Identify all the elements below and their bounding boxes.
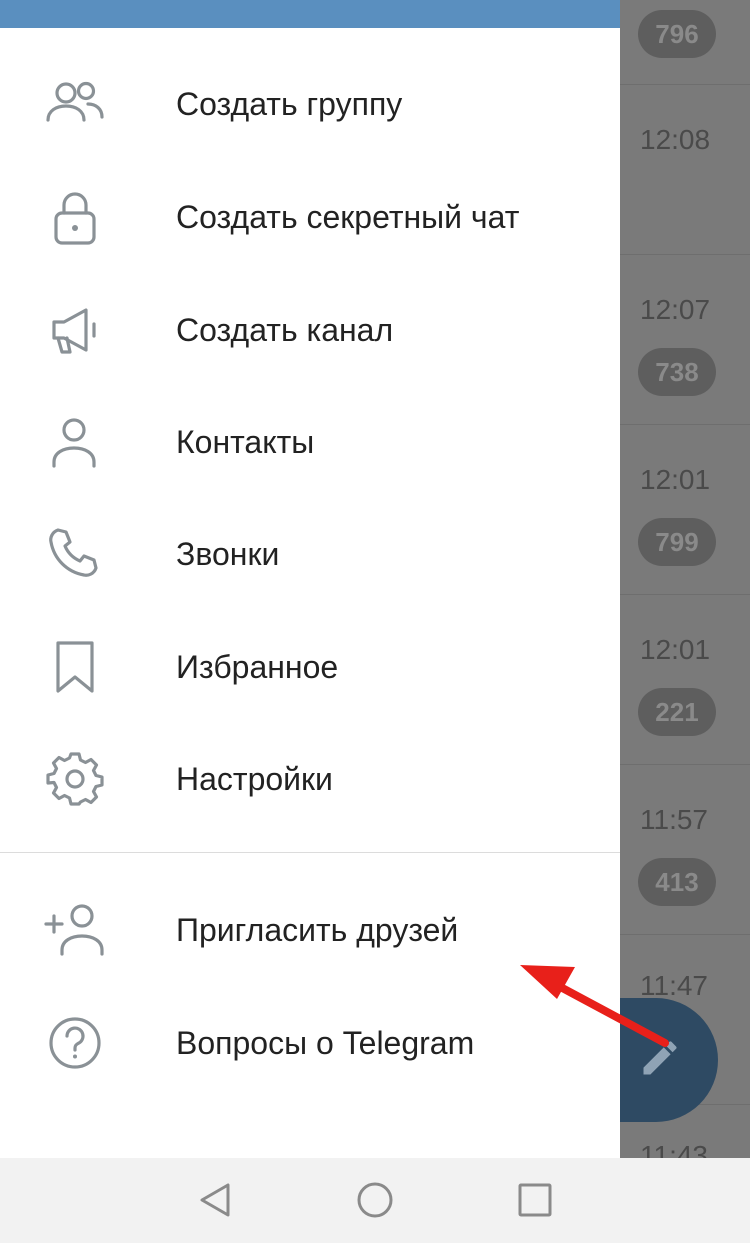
- chat-time: 12:07: [640, 294, 711, 325]
- menu-item-new-group[interactable]: Создать группу: [0, 48, 620, 160]
- menu-label: Создать секретный чат: [176, 199, 520, 235]
- menu-label: Создать канал: [176, 312, 394, 348]
- chat-row[interactable]: 12:01 799: [620, 424, 750, 595]
- unread-badge: 413: [638, 858, 716, 906]
- chat-row[interactable]: 12:08: [620, 84, 750, 255]
- menu-label: Звонки: [176, 536, 280, 572]
- chat-row[interactable]: 12:07 738: [620, 254, 750, 425]
- chat-time: 12:01: [640, 464, 711, 495]
- lock-icon: [54, 192, 96, 245]
- chat-time: 12:08: [640, 124, 711, 155]
- back-triangle-icon[interactable]: [196, 1180, 236, 1220]
- chat-time: 11:57: [640, 804, 708, 835]
- menu-item-calls[interactable]: Звонки: [0, 498, 620, 610]
- help-icon: [49, 1017, 101, 1069]
- user-icon: [52, 418, 96, 468]
- arrow-annotation: [520, 965, 669, 1047]
- menu-item-settings[interactable]: Настройки: [0, 723, 620, 835]
- chat-time: 12:01: [640, 634, 711, 665]
- menu-label: Создать группу: [176, 86, 403, 122]
- phone-icon: [49, 528, 98, 577]
- drawer-header: [0, 0, 620, 28]
- unread-badge: 796: [638, 10, 716, 58]
- unread-badge: 738: [638, 348, 716, 396]
- chat-time: 11:43: [640, 1140, 708, 1158]
- chat-row[interactable]: 796: [620, 0, 750, 85]
- group-icon: [46, 81, 104, 122]
- unread-badge: 799: [638, 518, 716, 566]
- menu-item-contacts[interactable]: Контакты: [0, 386, 620, 498]
- chat-row[interactable]: 12:01 221: [620, 594, 750, 765]
- system-navigation-bar: [0, 1158, 750, 1243]
- megaphone-icon: [52, 308, 96, 354]
- unread-badge: 221: [638, 688, 716, 736]
- recent-apps-square-icon[interactable]: [515, 1180, 555, 1220]
- menu-label: Пригласить друзей: [176, 912, 459, 948]
- menu-label: Контакты: [176, 424, 315, 460]
- menu-item-saved[interactable]: Избранное: [0, 611, 620, 723]
- bookmark-icon: [56, 641, 94, 693]
- menu-label: Настройки: [176, 761, 333, 797]
- home-circle-icon[interactable]: [355, 1180, 395, 1220]
- menu-item-new-channel[interactable]: Создать канал: [0, 274, 620, 386]
- gear-icon: [46, 752, 104, 806]
- menu-divider: [0, 852, 620, 853]
- menu-label: Избранное: [176, 649, 339, 685]
- menu-label: Вопросы о Telegram: [176, 1025, 475, 1061]
- menu-item-secret-chat[interactable]: Создать секретный чат: [0, 161, 620, 273]
- add-user-icon: [44, 904, 104, 956]
- chat-row[interactable]: 11:57 413: [620, 764, 750, 935]
